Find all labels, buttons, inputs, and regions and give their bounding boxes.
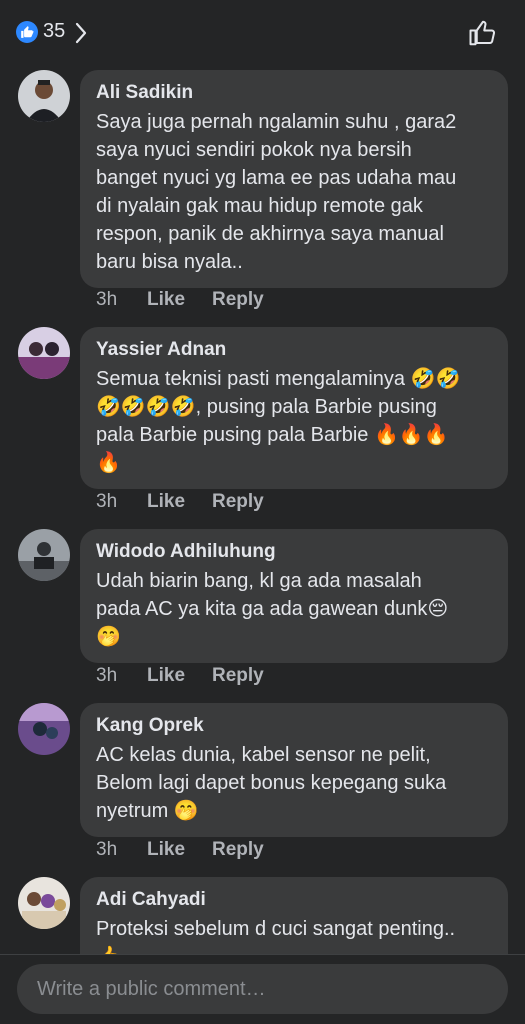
avatar[interactable] (18, 70, 70, 122)
comment-text: AC kelas dunia, kabel sensor ne pelit, B… (96, 744, 447, 822)
comment-text: Saya juga pernah ngalamin suhu , gara2 s… (96, 111, 457, 273)
comment-list[interactable]: Ali Sadikin Saya juga pernah ngalamin su… (0, 64, 525, 954)
reply-button[interactable]: Reply (212, 289, 264, 311)
reply-button[interactable]: Reply (212, 665, 264, 687)
comment-input[interactable] (35, 976, 490, 1002)
like-button[interactable]: Like (147, 839, 212, 861)
like-outline-icon[interactable] (468, 18, 498, 48)
comment-bubble: Ali Sadikin Saya juga pernah ngalamin su… (80, 70, 508, 288)
reply-button[interactable]: Reply (212, 491, 264, 513)
comment-author[interactable]: Kang Oprek (96, 715, 492, 737)
comment-text: Udah biarin bang, kl ga ada masalah pada… (96, 570, 449, 648)
like-button[interactable]: Like (147, 665, 212, 687)
comment-text: Proteksi sebelum d cuci sangat penting..… (96, 918, 456, 954)
comment-actions: 3h Like Reply (96, 839, 264, 861)
avatar[interactable] (18, 877, 70, 929)
comment-author[interactable]: Adi Cahyadi (96, 889, 492, 911)
comment-timestamp: 3h (96, 491, 118, 512)
comment-bubble: Widodo Adhiluhung Udah biarin bang, kl g… (80, 529, 508, 663)
avatar[interactable] (18, 327, 70, 379)
comment-actions: 3h Like Reply (96, 665, 264, 687)
comment-composer[interactable] (17, 964, 508, 1014)
comment-actions: 3h Like Reply (96, 289, 264, 311)
like-button[interactable]: Like (147, 491, 212, 513)
comment-text: Semua teknisi pasti mengalaminya 🤣🤣 🤣🤣🤣🤣… (96, 368, 461, 474)
reactions-bar[interactable]: 35 (0, 0, 525, 64)
comment-actions: 3h Like Reply (96, 491, 264, 513)
divider (0, 954, 525, 955)
like-reaction-icon (16, 21, 38, 43)
reply-button[interactable]: Reply (212, 839, 264, 861)
comment-timestamp: 3h (96, 665, 118, 686)
comment-bubble: Kang Oprek AC kelas dunia, kabel sensor … (80, 703, 508, 837)
chevron-right-icon[interactable] (74, 22, 88, 44)
avatar[interactable] (18, 529, 70, 581)
avatar[interactable] (18, 703, 70, 755)
reaction-count[interactable]: 35 (43, 20, 65, 43)
like-button[interactable]: Like (147, 289, 212, 311)
comment-bubble: Adi Cahyadi Proteksi sebelum d cuci sang… (80, 877, 508, 954)
comment-timestamp: 3h (96, 839, 118, 860)
comment-timestamp: 3h (96, 289, 118, 310)
comment-author[interactable]: Yassier Adnan (96, 339, 492, 361)
comment-author[interactable]: Widodo Adhiluhung (96, 541, 492, 563)
comment-bubble: Yassier Adnan Semua teknisi pasti mengal… (80, 327, 508, 489)
comment-author[interactable]: Ali Sadikin (96, 82, 492, 104)
